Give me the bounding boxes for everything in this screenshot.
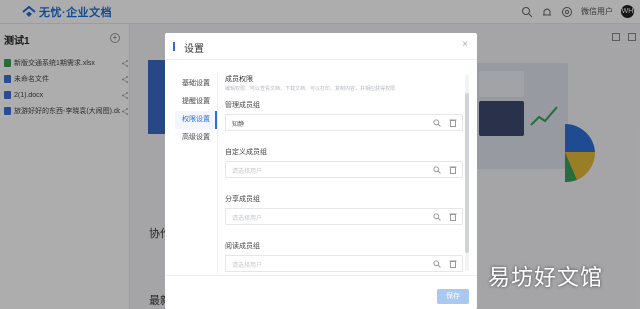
footer-divider: [165, 275, 477, 276]
title-accent-bar: [173, 42, 175, 51]
close-icon[interactable]: ×: [462, 39, 468, 50]
member-tag: 知静: [232, 122, 245, 128]
share-members-field[interactable]: 请选择用户: [225, 208, 463, 225]
admin-members-field[interactable]: 知静: [225, 114, 463, 131]
section-description: 编辑权限、可以查看文档、下载文档、可以打印、复制内容，并相应获得权限: [225, 86, 396, 92]
settings-dialog: 设置 × 基础设置 提醒设置 权限设置 高级设置 成员权限 编辑权限、可以查看文…: [165, 33, 477, 309]
permission-content: 成员权限 编辑权限、可以查看文档、下载文档、可以打印、复制内容，并相应获得权限 …: [225, 73, 465, 273]
watermark: 易坊好文馆: [488, 266, 604, 291]
trash-icon[interactable]: [449, 259, 457, 268]
group-label-share: 分享成员组: [225, 196, 260, 203]
group-label-custom: 自定义成员组: [225, 149, 267, 156]
member-placeholder: 请选择用户: [232, 216, 263, 222]
member-placeholder: 请选择用户: [232, 263, 263, 269]
group-label-read: 阅读成员组: [225, 243, 260, 250]
section-title: 成员权限: [225, 76, 253, 83]
custom-members-field[interactable]: 请选择用户: [225, 161, 463, 178]
member-placeholder: 请选择用户: [232, 169, 263, 175]
search-icon[interactable]: [433, 260, 441, 268]
trash-icon[interactable]: [449, 118, 457, 127]
search-icon[interactable]: [433, 119, 441, 127]
nav-basic-settings[interactable]: 基础设置: [175, 75, 217, 93]
search-icon[interactable]: [433, 213, 441, 221]
search-icon[interactable]: [433, 166, 441, 174]
group-label-admin: 管理成员组: [225, 102, 260, 109]
nav-permission-settings[interactable]: 权限设置: [175, 111, 217, 129]
trash-icon[interactable]: [449, 165, 457, 174]
nav-reminder-settings[interactable]: 提醒设置: [175, 93, 217, 111]
trash-icon[interactable]: [449, 212, 457, 221]
scrollbar-thumb[interactable]: [465, 93, 469, 253]
dialog-header: 设置 ×: [165, 33, 477, 60]
read-members-field[interactable]: 请选择用户: [225, 255, 463, 272]
nav-advanced-settings[interactable]: 高级设置: [175, 129, 217, 147]
save-button[interactable]: 保存: [437, 289, 469, 304]
content-scrollbar[interactable]: [465, 75, 469, 271]
nav-divider: [217, 73, 218, 273]
dialog-title: 设置: [184, 44, 204, 55]
settings-nav: 基础设置 提醒设置 权限设置 高级设置: [175, 75, 217, 147]
